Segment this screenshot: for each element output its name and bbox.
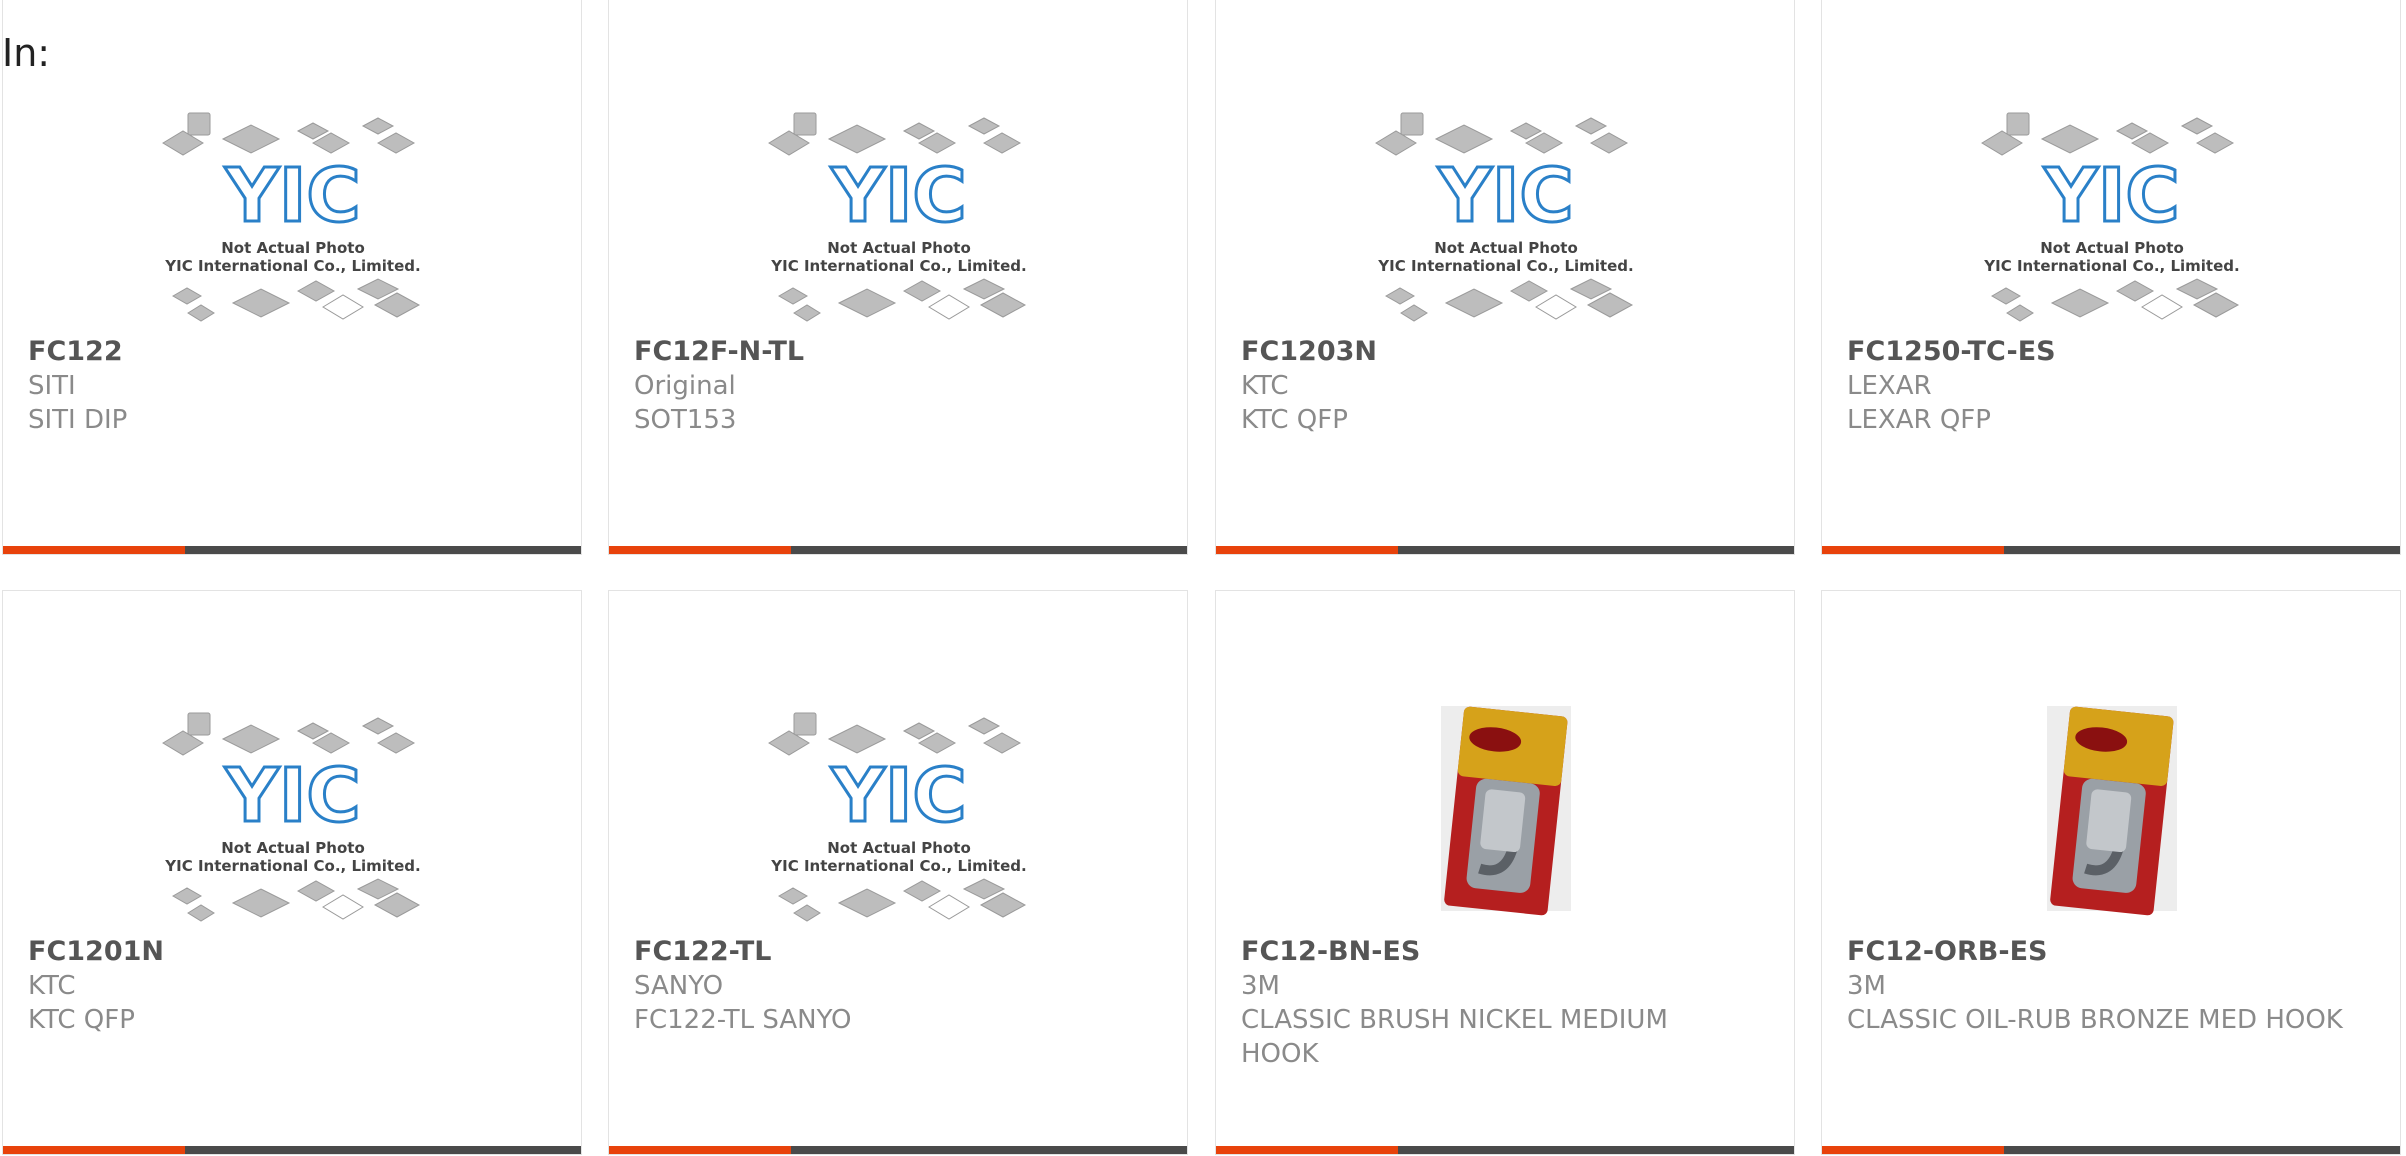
part-number[interactable]: FC1250-TC-ES	[1847, 335, 2056, 369]
product-card[interactable]: YIC Not Actual Photo YIC International C…	[1821, 0, 2401, 555]
part-description: KTC QFP	[1241, 405, 1348, 435]
card-footer-bar	[609, 546, 1187, 554]
not-actual-photo-placeholder[interactable]: YIC Not Actual Photo YIC International C…	[1366, 81, 1646, 331]
not-actual-photo-placeholder[interactable]: YIC Not Actual Photo YIC International C…	[153, 681, 433, 931]
card-accent-stripe	[609, 1146, 791, 1154]
manufacturer: Original	[634, 371, 736, 401]
manufacturer: LEXAR	[1847, 371, 1932, 401]
not-actual-photo-placeholder[interactable]: YIC Not Actual Photo YIC International C…	[1972, 81, 2252, 331]
svg-text:Not Actual Photo: Not Actual Photo	[827, 839, 971, 857]
part-description: FC122-TL SANYO	[634, 1005, 852, 1035]
svg-text:YIC: YIC	[224, 153, 360, 239]
card-footer-bar	[1822, 546, 2400, 554]
part-description: CLASSIC BRUSH NICKEL MEDIUM HOOK	[1241, 1005, 1668, 1069]
svg-text:Not Actual Photo: Not Actual Photo	[221, 239, 365, 257]
filter-label: In:	[2, 31, 51, 75]
part-number[interactable]: FC1201N	[28, 935, 164, 969]
svg-text:YIC International Co., Limited: YIC International Co., Limited.	[770, 857, 1026, 875]
part-number[interactable]: FC12-ORB-ES	[1847, 935, 2047, 969]
product-card[interactable]: YIC Not Actual Photo YIC International C…	[608, 590, 1188, 1155]
card-footer-bar	[1822, 1146, 2400, 1154]
card-accent-stripe	[1216, 1146, 1398, 1154]
product-card[interactable]: YIC Not Actual Photo YIC International C…	[1215, 0, 1795, 555]
part-description: KTC QFP	[28, 1005, 135, 1035]
svg-text:Not Actual Photo: Not Actual Photo	[1434, 239, 1578, 257]
svg-text:YIC International Co., Limited: YIC International Co., Limited.	[770, 257, 1026, 275]
card-footer-bar	[3, 546, 581, 554]
svg-text:YIC: YIC	[830, 153, 966, 239]
svg-text:Not Actual Photo: Not Actual Photo	[827, 239, 971, 257]
card-accent-stripe	[3, 546, 185, 554]
manufacturer: 3M	[1241, 971, 1280, 1001]
card-footer-bar	[609, 1146, 1187, 1154]
manufacturer: 3M	[1847, 971, 1886, 1001]
product-card[interactable]: YIC Not Actual Photo YIC International C…	[608, 0, 1188, 555]
part-number[interactable]: FC122-TL	[634, 935, 771, 969]
svg-text:YIC: YIC	[2043, 153, 2179, 239]
svg-text:YIC International Co., Limited: YIC International Co., Limited.	[1377, 257, 1633, 275]
part-number[interactable]: FC12-BN-ES	[1241, 935, 1420, 969]
manufacturer: KTC	[1241, 371, 1289, 401]
not-actual-photo-placeholder[interactable]: YIC Not Actual Photo YIC International C…	[759, 81, 1039, 331]
part-description: SOT153	[634, 405, 737, 435]
svg-text:Not Actual Photo: Not Actual Photo	[221, 839, 365, 857]
not-actual-photo-placeholder[interactable]: YIC Not Actual Photo YIC International C…	[759, 681, 1039, 931]
part-description: LEXAR QFP	[1847, 405, 1991, 435]
part-number[interactable]: FC122	[28, 335, 123, 369]
card-accent-stripe	[3, 1146, 185, 1154]
part-number[interactable]: FC12F-N-TL	[634, 335, 804, 369]
part-description: CLASSIC OIL-RUB BRONZE MED HOOK	[1847, 1005, 2343, 1035]
card-accent-stripe	[1822, 546, 2004, 554]
svg-text:Not Actual Photo: Not Actual Photo	[2040, 239, 2184, 257]
product-card[interactable]: YIC Not Actual Photo YIC International C…	[2, 590, 582, 1155]
manufacturer: SITI	[28, 371, 76, 401]
manufacturer: SANYO	[634, 971, 724, 1001]
svg-text:YIC International Co., Limited: YIC International Co., Limited.	[1983, 257, 2239, 275]
card-accent-stripe	[1822, 1146, 2004, 1154]
not-actual-photo-placeholder[interactable]: YIC Not Actual Photo YIC International C…	[153, 81, 433, 331]
product-card[interactable]: YIC Not Actual Photo YIC International C…	[2, 0, 582, 555]
card-accent-stripe	[1216, 546, 1398, 554]
svg-text:YIC: YIC	[830, 753, 966, 839]
svg-text:YIC: YIC	[224, 753, 360, 839]
product-grid-page: In: YIC Not Actual Photo YIC Internation…	[0, 0, 2406, 1156]
svg-text:YIC: YIC	[1437, 153, 1573, 239]
card-footer-bar	[3, 1146, 581, 1154]
product-photo[interactable]	[1972, 681, 2252, 931]
product-card[interactable]: FC12-ORB-ES 3M CLASSIC OIL-RUB BRONZE MED …	[1821, 590, 2401, 1155]
card-footer-bar	[1216, 546, 1794, 554]
product-photo[interactable]	[1366, 681, 1646, 931]
card-accent-stripe	[609, 546, 791, 554]
card-footer-bar	[1216, 1146, 1794, 1154]
product-card[interactable]: FC12-BN-ES 3M CLASSIC BRUSH NICKEL MEDIUM …	[1215, 590, 1795, 1155]
part-description: SITI DIP	[28, 405, 128, 435]
part-number[interactable]: FC1203N	[1241, 335, 1377, 369]
manufacturer: KTC	[28, 971, 76, 1001]
svg-text:YIC International Co., Limited: YIC International Co., Limited.	[164, 857, 420, 875]
svg-text:YIC International Co., Limited: YIC International Co., Limited.	[164, 257, 420, 275]
